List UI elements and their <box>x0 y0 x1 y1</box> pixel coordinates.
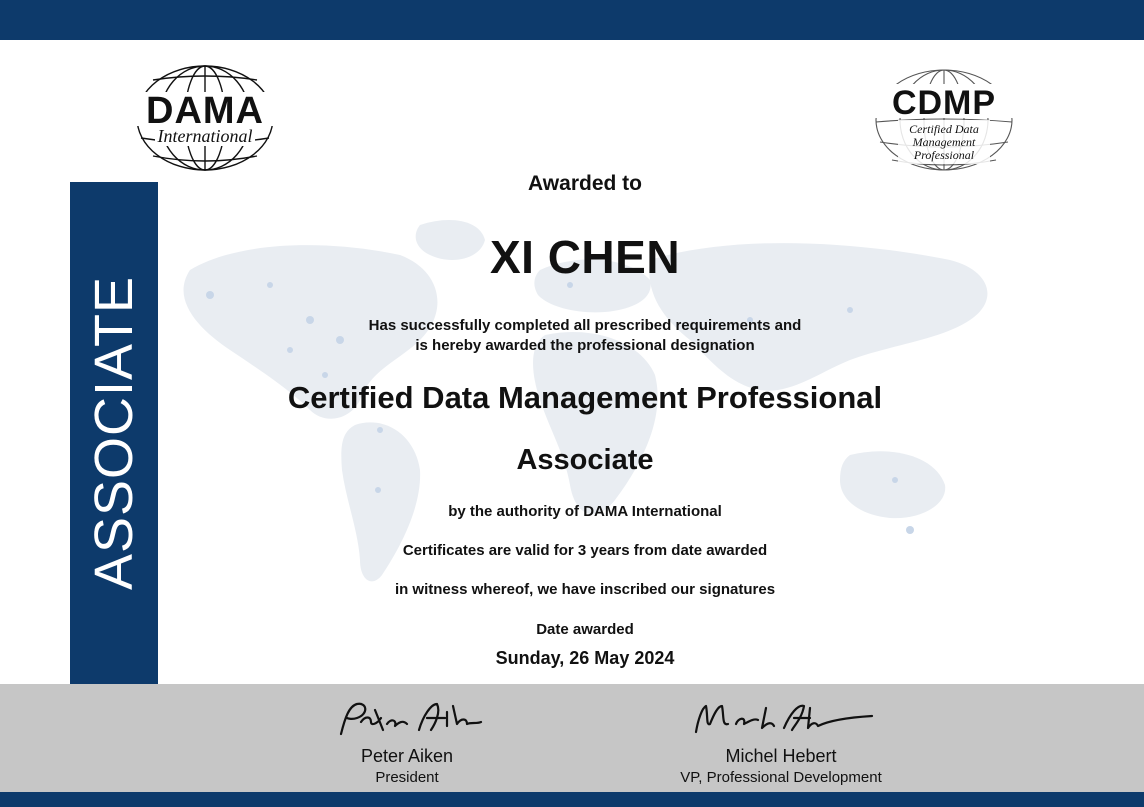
signatory-president: Peter Aiken President <box>300 694 514 786</box>
top-header-bar <box>0 0 1144 40</box>
signatory-title: VP, Professional Development <box>680 769 882 786</box>
designation-level: Associate <box>516 444 654 476</box>
signatory-name: Michel Hebert <box>725 746 837 766</box>
date-awarded-label: Date awarded <box>536 621 634 638</box>
svg-text:CDMP: CDMP <box>892 84 996 122</box>
designation-title: Certified Data Management Professional <box>287 380 883 415</box>
svg-text:Certified Data: Certified Data <box>909 122 979 136</box>
recipient-name: XI CHEN <box>489 231 681 283</box>
signatory-vp: Michel Hebert VP, Professional Developme… <box>650 694 912 786</box>
bottom-footer-bar <box>0 792 1144 807</box>
cdmp-logo: CDMP Certified Data Management Professio… <box>870 69 1018 171</box>
dama-international-logo: DAMA International <box>131 65 279 171</box>
svg-text:International: International <box>157 126 253 146</box>
signature-peter-aiken <box>339 702 483 736</box>
svg-text:Professional: Professional <box>913 148 975 162</box>
signature-michel-hebert <box>694 704 874 734</box>
signatory-title: President <box>375 769 439 786</box>
signatory-name: Peter Aiken <box>360 746 454 766</box>
designation-side-band: ASSOCIATE <box>70 182 158 684</box>
signature-footer-band <box>0 684 1144 792</box>
requirement-line-1: Has successfully completed all prescribe… <box>368 317 802 334</box>
date-awarded-value: Sunday, 26 May 2024 <box>495 648 675 668</box>
side-designation-label: ASSOCIATE <box>84 275 144 591</box>
authority-statement: by the authority of DAMA International <box>448 503 722 520</box>
requirement-line-2: is hereby awarded the professional desig… <box>415 337 755 354</box>
witness-statement: in witness whereof, we have inscribed ou… <box>394 581 776 598</box>
validity-statement: Certificates are valid for 3 years from … <box>402 542 768 559</box>
awarded-to-label: Awarded to <box>528 172 642 195</box>
svg-text:Management: Management <box>912 135 976 149</box>
